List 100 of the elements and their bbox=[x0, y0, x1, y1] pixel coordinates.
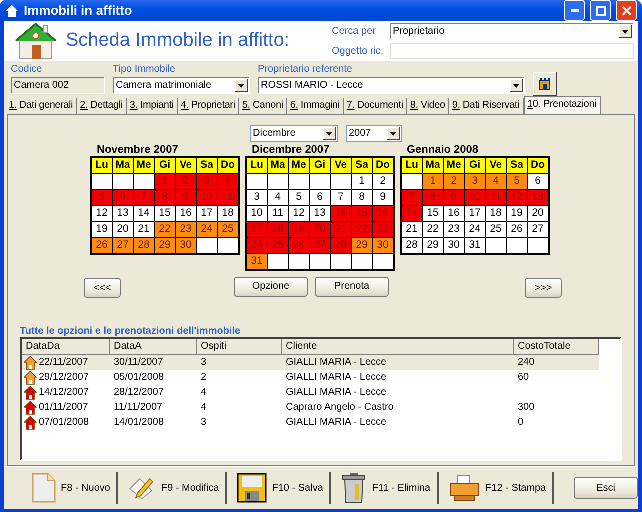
calendar-day[interactable]: 16 bbox=[444, 206, 464, 221]
calendar-day[interactable]: 11 bbox=[268, 206, 288, 221]
building-icon[interactable] bbox=[539, 78, 551, 90]
calendar-day[interactable]: 30 bbox=[444, 238, 464, 253]
calendar-day[interactable]: 27 bbox=[113, 238, 133, 253]
calendar-day[interactable]: 19 bbox=[92, 222, 112, 237]
booking-row[interactable]: 07/01/2008 14/01/2008 3 GIALLI MARIA - Lecce 0 bbox=[22, 415, 599, 430]
calendar-day[interactable]: 6 bbox=[310, 190, 330, 205]
booking-row[interactable]: 01/11/2007 11/11/2007 4 Capraro Angelo - Castro 300 bbox=[22, 400, 599, 415]
calendar-day[interactable]: 1 bbox=[423, 174, 443, 189]
caret-icon[interactable] bbox=[238, 84, 245, 88]
tab[interactable]: 5. Canoni bbox=[239, 98, 288, 114]
calendar-day[interactable]: 5 bbox=[289, 190, 309, 205]
maximize-button[interactable] bbox=[590, 0, 611, 21]
tab[interactable]: 7. Documenti bbox=[344, 98, 408, 114]
calendar-day[interactable]: 2 bbox=[444, 174, 464, 189]
toolbar-label[interactable]: F8 - Nuovo bbox=[61, 482, 110, 494]
toolbar-label[interactable]: F10 - Salva bbox=[272, 482, 324, 494]
calendar-day[interactable]: 21 bbox=[402, 222, 422, 237]
calendar-day[interactable]: 25 bbox=[218, 222, 238, 237]
close-icon[interactable] bbox=[622, 6, 632, 16]
calendar-day[interactable]: 7 bbox=[331, 190, 351, 205]
tab[interactable]: 8. Video bbox=[407, 98, 450, 114]
next-button[interactable]: >>> bbox=[525, 278, 562, 298]
property-type-dropdown[interactable]: Camera matrimoniale bbox=[113, 77, 250, 94]
month-dropdown[interactable]: Dicembre bbox=[250, 125, 338, 142]
toolbar-label[interactable]: F12 - Stampa bbox=[486, 482, 546, 494]
year-dropdown[interactable]: 2007 bbox=[346, 125, 402, 142]
minimize-button[interactable] bbox=[564, 0, 585, 21]
calendar-day[interactable]: 12 bbox=[92, 206, 112, 221]
tab[interactable]: 10. Prenotazioni bbox=[524, 96, 601, 114]
calendar-day[interactable]: 29 bbox=[423, 238, 443, 253]
minimize-icon[interactable] bbox=[570, 9, 578, 12]
calendar-day[interactable]: 28 bbox=[134, 238, 154, 253]
toolbar-label[interactable]: F11 - Elimina bbox=[372, 482, 431, 494]
calendar-day[interactable]: 26 bbox=[507, 222, 527, 237]
calendar-day[interactable]: 19 bbox=[507, 206, 527, 221]
calendar-day[interactable]: 31 bbox=[247, 254, 267, 269]
maximize-icon[interactable] bbox=[596, 6, 606, 16]
calendar-day[interactable]: 13 bbox=[310, 206, 330, 221]
toolbar-label[interactable]: F9 - Modifica bbox=[161, 482, 220, 494]
calendar-day[interactable]: 8 bbox=[352, 190, 372, 205]
search-object-field[interactable] bbox=[390, 43, 634, 59]
calendar-day[interactable]: 18 bbox=[486, 206, 506, 221]
calendar-day[interactable]: 30 bbox=[373, 238, 393, 253]
owner-dropdown[interactable]: ROSSI MARIO - Lecce bbox=[258, 77, 525, 94]
calendar-day[interactable]: 9 bbox=[373, 190, 393, 205]
calendar-day[interactable]: 2 bbox=[373, 174, 393, 189]
calendar-day[interactable]: 29 bbox=[155, 238, 175, 253]
calendar-day[interactable]: 15 bbox=[423, 206, 443, 221]
calendar-day[interactable]: 5 bbox=[507, 174, 527, 189]
calendar-day[interactable]: 20 bbox=[528, 206, 548, 221]
calendar-day[interactable]: 21 bbox=[134, 222, 154, 237]
calendar-day[interactable]: 29 bbox=[352, 238, 372, 253]
search-by-dropdown[interactable]: Proprietario bbox=[390, 23, 634, 40]
close-button[interactable] bbox=[616, 0, 637, 21]
caret-icon[interactable] bbox=[513, 84, 520, 88]
tab[interactable]: 4. Proprietari bbox=[178, 98, 240, 114]
calendar-day[interactable]: 23 bbox=[444, 222, 464, 237]
calendar-day[interactable]: 25 bbox=[486, 222, 506, 237]
booking-row[interactable]: 22/11/2007 30/11/2007 3 GIALLI MARIA - Lecce 240 bbox=[22, 355, 599, 370]
calendar-day[interactable]: 22 bbox=[155, 222, 175, 237]
calendar-day[interactable]: 4 bbox=[486, 174, 506, 189]
calendar-day[interactable]: 17 bbox=[465, 206, 485, 221]
calendar-day[interactable]: 4 bbox=[268, 190, 288, 205]
tab[interactable]: 3. Impianti bbox=[126, 98, 178, 114]
calendar-day[interactable]: 24 bbox=[197, 222, 217, 237]
calendar-day[interactable]: 3 bbox=[247, 190, 267, 205]
calendar-day[interactable]: 20 bbox=[113, 222, 133, 237]
calendar-day[interactable]: 22 bbox=[423, 222, 443, 237]
calendar-day[interactable]: 1 bbox=[352, 174, 372, 189]
tab[interactable]: 6. Immagini bbox=[287, 98, 344, 114]
previous-button[interactable]: <<< bbox=[84, 278, 121, 298]
caret-icon[interactable] bbox=[622, 30, 629, 34]
calendar-day[interactable]: 10 bbox=[247, 206, 267, 221]
booking-row[interactable]: 29/12/2007 05/01/2008 2 GIALLI MARIA - Lecce 60 bbox=[22, 370, 599, 385]
calendar-day[interactable]: 6 bbox=[528, 174, 548, 189]
calendar-day[interactable]: 13 bbox=[113, 206, 133, 221]
calendar-day[interactable]: 18 bbox=[218, 206, 238, 221]
calendar-day[interactable]: 16 bbox=[176, 206, 196, 221]
caret-icon[interactable] bbox=[390, 132, 397, 136]
building-button[interactable] bbox=[533, 72, 557, 96]
calendar-day[interactable]: 17 bbox=[197, 206, 217, 221]
calendar-day[interactable]: 14 bbox=[134, 206, 154, 221]
calendar-day[interactable]: 27 bbox=[528, 222, 548, 237]
calendar-day[interactable]: 3 bbox=[465, 174, 485, 189]
calendar-day[interactable]: 30 bbox=[176, 238, 196, 253]
caret-icon[interactable] bbox=[326, 132, 333, 136]
calendar-day[interactable]: 23 bbox=[176, 222, 196, 237]
action-button[interactable]: Prenota bbox=[315, 276, 389, 296]
tab[interactable]: 2. Dettagli bbox=[77, 98, 127, 114]
calendar-day[interactable]: 12 bbox=[289, 206, 309, 221]
booking-row[interactable]: 14/12/2007 28/12/2007 4 GIALLI MARIA - Lecce bbox=[22, 385, 599, 400]
calendar-day[interactable]: 31 bbox=[465, 238, 485, 253]
calendar-day[interactable]: 24 bbox=[465, 222, 485, 237]
calendar-day[interactable]: 26 bbox=[92, 238, 112, 253]
tab[interactable]: 1. Dati generali bbox=[6, 98, 78, 114]
calendar-day[interactable]: 28 bbox=[402, 238, 422, 253]
exit-button[interactable]: Esci bbox=[574, 477, 638, 499]
action-button[interactable]: Opzione bbox=[234, 276, 308, 296]
